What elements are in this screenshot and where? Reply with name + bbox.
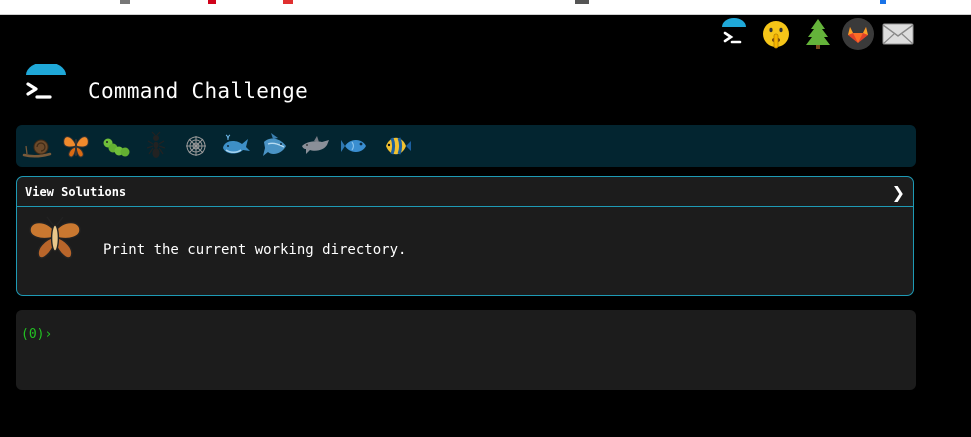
creature-level-bar (16, 125, 916, 167)
terminal-input[interactable] (60, 324, 904, 346)
terminal-icon[interactable] (716, 16, 752, 52)
gitlab-icon[interactable] (840, 16, 876, 52)
tab-fragment (880, 0, 886, 4)
terminal-umbrella-icon (22, 62, 70, 108)
caterpillar-icon[interactable] (100, 130, 132, 162)
challenge-description: Print the current working directory. (103, 242, 407, 258)
page-title: Command Challenge (88, 79, 309, 103)
tropical-fish-icon[interactable] (380, 130, 412, 162)
spider-web-icon[interactable] (180, 130, 212, 162)
butterfly-icon[interactable] (60, 130, 92, 162)
ant-icon[interactable] (140, 130, 172, 162)
view-solutions-toggle[interactable]: View Solutions ❯ (17, 177, 913, 207)
shushing-face-icon[interactable] (758, 16, 794, 52)
tab-fragment (120, 0, 130, 4)
chevron-right-icon: ❯ (891, 183, 905, 202)
tree-icon[interactable] (800, 16, 836, 52)
snail-icon[interactable] (22, 130, 54, 162)
prompt-symbol: › (44, 327, 53, 342)
moth-icon (27, 215, 83, 263)
tab-fragment (283, 0, 293, 4)
dolphin-icon[interactable] (300, 130, 332, 162)
fish-icon[interactable] (340, 130, 372, 162)
prompt: (0)› (21, 327, 52, 342)
challenge-panel: View Solutions ❯ Print the current worki… (16, 176, 914, 296)
whale-icon[interactable] (220, 130, 252, 162)
top-icon-bar (716, 16, 916, 54)
view-solutions-label: View Solutions (25, 185, 127, 199)
prompt-prefix: (0) (21, 327, 45, 342)
tab-fragment (208, 0, 216, 4)
terminal-area[interactable]: (0)› (16, 310, 916, 390)
shark-icon[interactable] (260, 130, 292, 162)
browser-tab-strip (0, 0, 971, 15)
envelope-icon[interactable] (880, 16, 916, 52)
tab-fragment (575, 0, 589, 4)
